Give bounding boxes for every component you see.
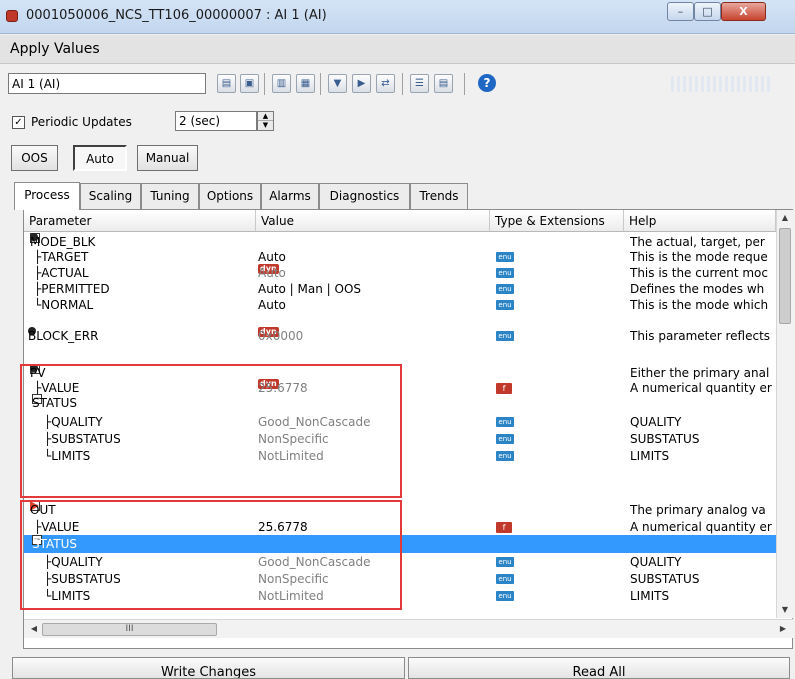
vertical-scrollbar[interactable]: ▲ ▼ — [776, 210, 793, 618]
spinner-down-icon[interactable]: ▼ — [258, 121, 273, 130]
update-interval-input[interactable]: 2 (sec) — [175, 111, 257, 131]
enum-type-icon: enu — [496, 434, 514, 444]
help-text: The primary analog va — [630, 503, 766, 517]
edit-block-icon[interactable]: ▤ — [217, 74, 236, 93]
section-title: Apply Values — [10, 41, 100, 57]
scroll-thumb[interactable] — [779, 228, 791, 324]
periodic-updates-label: Periodic Updates — [31, 115, 132, 129]
help-text: QUALITY — [630, 555, 682, 569]
decorative-gradient — [671, 76, 771, 92]
minimize-button[interactable]: – — [667, 2, 694, 21]
enum-type-icon: enu — [496, 284, 514, 294]
export-icon[interactable]: ▶ — [352, 74, 371, 93]
tab-diagnostics[interactable]: Diagnostics — [319, 183, 410, 209]
help-text: LIMITS — [630, 589, 670, 603]
toolbar: ▤ ▣ ▥ ▦ ▼ ▶ ⇄ ☰ ▤ ? — [0, 66, 795, 100]
toolbar-divider — [320, 73, 321, 95]
help-text: A numerical quantity er — [630, 520, 772, 534]
column-header-value[interactable]: Value — [256, 210, 490, 232]
scroll-down-icon[interactable]: ▼ — [777, 602, 793, 618]
enum-type-icon: enu — [496, 331, 514, 341]
toolbar-divider — [402, 73, 403, 95]
help-icon[interactable]: ? — [478, 74, 496, 92]
help-text: SUBSTATUS — [630, 572, 700, 586]
tab-options[interactable]: Options — [199, 183, 261, 209]
parameter-name: NORMAL — [41, 298, 94, 312]
pv-highlight-box — [20, 364, 402, 498]
hscroll-thumb[interactable]: III — [42, 623, 217, 636]
chart-icon[interactable]: ▥ — [272, 74, 291, 93]
help-text: QUALITY — [630, 415, 682, 429]
download-icon[interactable]: ▼ — [328, 74, 347, 93]
title-bar: 0001050006_NCS_TT106_00000007 : AI 1 (AI… — [0, 0, 795, 34]
close-button[interactable]: X — [721, 2, 766, 21]
parameter-value[interactable]: Auto — [258, 296, 286, 314]
tab-trends[interactable]: Trends — [410, 183, 468, 209]
enum-type-icon: enu — [496, 300, 514, 310]
column-header-help[interactable]: Help — [624, 210, 776, 232]
scroll-left-icon[interactable]: ◀ — [26, 620, 42, 638]
help-text: LIMITS — [630, 449, 670, 463]
out-highlight-box — [20, 500, 402, 610]
compare-icon[interactable]: ▦ — [296, 74, 315, 93]
float-type-icon: f — [496, 522, 512, 533]
table-row[interactable]: BLOCK_ERR dyn 0x0000 enu This parameter r… — [24, 327, 776, 345]
toolbar-divider — [464, 73, 465, 95]
tab-process[interactable]: Process — [14, 182, 80, 210]
help-text: This is the mode which — [630, 298, 769, 312]
enum-type-icon: enu — [496, 591, 514, 601]
app-icon — [6, 10, 18, 22]
spinner-up-icon[interactable]: ▲ — [258, 112, 273, 121]
mode-oos-button[interactable]: OOS — [11, 145, 58, 171]
write-changes-button[interactable]: Write Changes — [12, 657, 405, 679]
parameter-value: 0x0000 — [258, 329, 304, 343]
tab-tuning[interactable]: Tuning — [141, 183, 199, 209]
column-header-type[interactable]: Type & Extensions — [490, 210, 624, 232]
mode-manual-button[interactable]: Manual — [137, 145, 198, 171]
scroll-right-icon[interactable]: ▶ — [775, 620, 791, 638]
edit-values-icon[interactable]: ▣ — [240, 74, 259, 93]
enum-type-icon: enu — [496, 417, 514, 427]
enum-type-icon: enu — [496, 451, 514, 461]
help-text: This parameter reflects — [630, 329, 771, 343]
interval-spinner[interactable]: ▲ ▼ — [257, 111, 274, 131]
tab-scaling[interactable]: Scaling — [80, 183, 141, 209]
read-all-button[interactable]: Read All — [408, 657, 790, 679]
enum-type-icon: enu — [496, 557, 514, 567]
float-type-icon: f — [496, 383, 512, 394]
scroll-up-icon[interactable]: ▲ — [777, 210, 793, 226]
enum-type-icon: enu — [496, 268, 514, 278]
list-view-icon[interactable]: ☰ — [410, 74, 429, 93]
mode-auto-button[interactable]: Auto — [73, 145, 127, 171]
column-header-parameter[interactable]: Parameter — [24, 210, 256, 232]
block-selector-input[interactable] — [8, 73, 206, 94]
help-text: SUBSTATUS — [630, 432, 700, 446]
parameter-grid: Parameter Value Type & Extensions Help −… — [20, 209, 793, 649]
transfer-icon[interactable]: ⇄ — [376, 74, 395, 93]
detail-view-icon[interactable]: ▤ — [434, 74, 453, 93]
enum-type-icon: enu — [496, 252, 514, 262]
maximize-button[interactable]: □ — [694, 2, 721, 21]
enum-type-icon: enu — [496, 574, 514, 584]
toolbar-divider — [264, 73, 265, 95]
window-title: 0001050006_NCS_TT106_00000007 : AI 1 (AI… — [26, 8, 327, 23]
section-header: Apply Values — [0, 35, 795, 64]
tab-alarms[interactable]: Alarms — [261, 183, 319, 209]
parameter-name: BLOCK_ERR — [28, 329, 99, 343]
table-row[interactable]: └ NORMAL Auto enu This is the mode which — [24, 296, 776, 314]
horizontal-scrollbar[interactable]: ◀ III ▶ — [24, 619, 793, 638]
periodic-updates-checkbox[interactable]: ✓ — [12, 116, 25, 129]
